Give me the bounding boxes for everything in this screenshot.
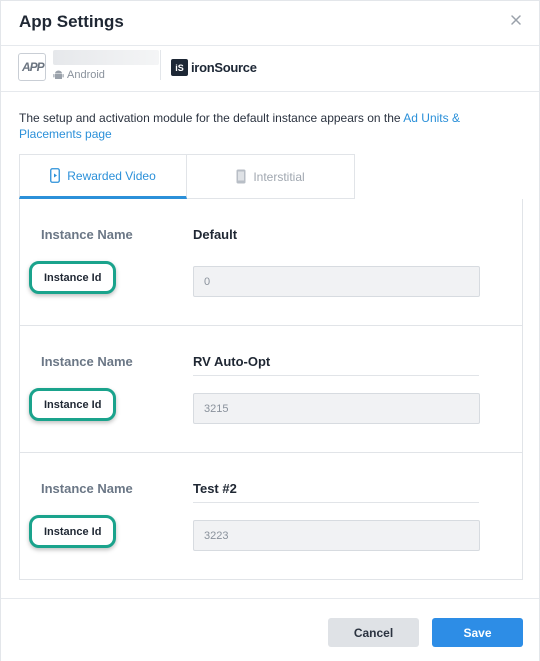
instance-name-underline: [193, 375, 479, 376]
instance-row: Instance Name Test #2 Instance Id 3223: [20, 452, 522, 579]
network-name: ironSource: [191, 60, 257, 75]
instance-name-underline: [193, 502, 479, 503]
setup-description: The setup and activation module for the …: [19, 110, 519, 142]
platform-info: Android: [53, 69, 105, 81]
ad-network: iS ironSource: [171, 59, 257, 76]
instance-id-label: Instance Id: [29, 388, 117, 421]
description-text: The setup and activation module for the …: [19, 111, 404, 125]
phone-icon: [236, 169, 246, 184]
platform-label: Android: [67, 69, 105, 81]
instance-id-field[interactable]: 0: [193, 266, 480, 297]
modal-header: App Settings: [1, 1, 539, 46]
android-icon: [53, 70, 64, 79]
instance-name-value: Default: [193, 227, 238, 242]
app-name-redacted: [53, 50, 159, 65]
app-logo-text: APP: [22, 60, 45, 74]
tab-label: Rewarded Video: [67, 168, 156, 183]
instance-row: Instance Name Default Instance Id 0: [20, 199, 522, 326]
instance-name-label: Instance Name: [41, 481, 133, 496]
vertical-divider: [160, 50, 161, 80]
instance-name-label: Instance Name: [41, 227, 133, 242]
instance-id-field[interactable]: 3215: [193, 393, 480, 424]
close-icon[interactable]: [509, 13, 523, 27]
instance-name-label: Instance Name: [41, 354, 133, 369]
cancel-button[interactable]: Cancel: [328, 618, 419, 647]
ad-unit-tabs: Rewarded Video Interstitial: [19, 154, 355, 199]
instance-name-value: RV Auto-Opt: [193, 354, 271, 369]
app-logo: APP: [18, 53, 46, 81]
ironsource-logo-icon: iS: [171, 59, 188, 76]
instance-id-field[interactable]: 3223: [193, 520, 480, 551]
instance-name-value: Test #2: [193, 481, 237, 496]
instances-panel: Instance Name Default Instance Id 0 Inst…: [19, 199, 523, 580]
instance-id-label: Instance Id: [29, 261, 117, 294]
modal-footer: Cancel Save: [1, 598, 539, 661]
app-info-bar: APP Android iS ironSource: [1, 46, 539, 92]
instance-row: Instance Name RV Auto-Opt Instance Id 32…: [20, 325, 522, 452]
tab-interstitial[interactable]: Interstitial: [187, 154, 355, 199]
instance-id-label: Instance Id: [29, 515, 117, 548]
app-settings-modal: App Settings APP Android iS ironSource T…: [0, 0, 540, 661]
tab-label: Interstitial: [253, 169, 305, 184]
tab-rewarded-video[interactable]: Rewarded Video: [19, 154, 187, 199]
phone-video-icon: [50, 168, 61, 183]
modal-title: App Settings: [19, 12, 124, 31]
save-button[interactable]: Save: [432, 618, 523, 647]
